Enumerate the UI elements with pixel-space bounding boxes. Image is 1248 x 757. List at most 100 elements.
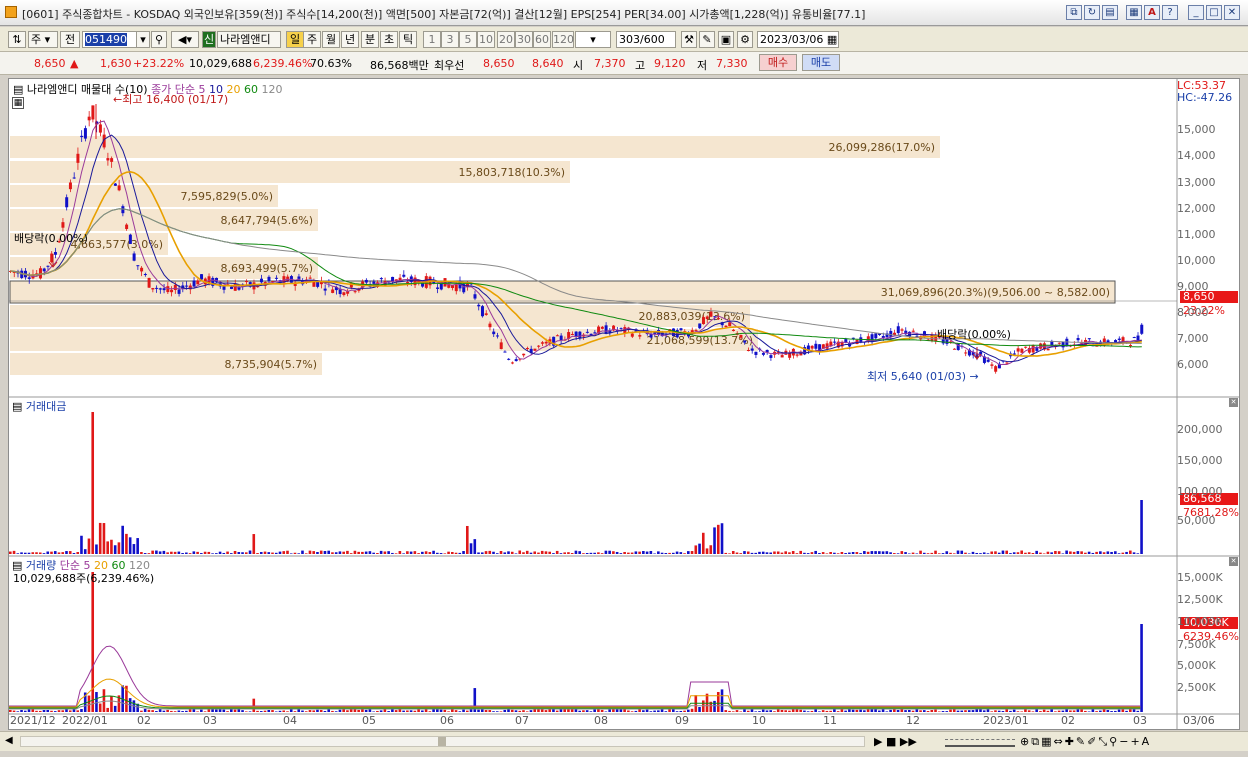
date-field[interactable]: 2023/03/06 ▦ [757,31,839,48]
volume-bar [960,710,964,712]
interval-20[interactable]: 20 [497,31,515,48]
zoom-slider[interactable] [945,739,1015,747]
pencil-icon[interactable]: ✎ [1076,735,1087,748]
zoom-out-icon[interactable]: − [1119,735,1130,748]
period-2[interactable]: 월 [322,31,340,48]
amount-bar [185,552,188,554]
calendar-icon[interactable]: ▦ [823,33,837,46]
link-icon[interactable]: ⧉ [1066,5,1082,20]
period-0[interactable]: 일 [286,31,304,48]
period-3[interactable]: 년 [341,31,359,48]
volume-bar [1125,710,1128,712]
amount-bar [68,551,72,554]
interval-30[interactable]: 30 [515,31,533,48]
prev-button[interactable]: 전 [60,31,80,48]
crosshair-icon[interactable]: ⊕ [1020,735,1031,748]
amount-close-icon[interactable]: ✕ [1229,398,1238,407]
maximize-icon[interactable]: □ [1206,5,1222,20]
candle-body [185,285,189,287]
scroll-track[interactable] [20,736,865,747]
period-6[interactable]: 틱 [399,31,417,48]
save-icon[interactable]: ▣ [718,31,734,48]
stock-name[interactable]: 나라엠앤디 [217,31,281,48]
volume-bar [690,708,694,712]
close-icon[interactable]: ✕ [1224,5,1240,20]
legend-menu-icon[interactable]: ▤ [13,83,23,96]
volume-bar [563,709,566,712]
buy-button[interactable]: 매수 [759,54,797,71]
amount-bar [256,553,259,554]
candle-body [132,253,136,261]
volume-bar [151,710,154,712]
type-select[interactable]: 주 ▾ [28,31,58,48]
interval-120[interactable]: 120 [552,31,574,48]
amount-bar [259,552,263,554]
interval-3[interactable]: 3 [441,31,459,48]
scroll-left-icon[interactable]: ◀ [5,735,17,747]
help-icon[interactable]: ? [1162,5,1178,20]
amount-bar [158,551,162,554]
layout-icon[interactable]: ▦ [1126,5,1142,20]
resize-icon[interactable]: ⤡ [1098,735,1109,748]
volume-profile-label: 15,803,718(10.3%) [458,166,565,179]
amount-y-tick: 50,000 [1177,514,1216,527]
draw-icon[interactable]: ✎ [699,31,715,48]
font-icon[interactable]: A [1144,5,1160,20]
amount-value: 86,568백만 [370,59,429,72]
table-icon[interactable]: ▦ [1041,735,1053,748]
volume-bar [855,709,859,712]
tools-icon[interactable]: ⚒ [681,31,697,48]
text-icon[interactable]: A [1142,735,1152,748]
amount-bar [784,551,787,554]
chart-area[interactable]: 26,099,286(17.0%) 15,803,718(10.3%) 7,595,… [8,78,1240,730]
period-5[interactable]: 초 [380,31,398,48]
brush-icon[interactable]: ✐ [1087,735,1098,748]
volume-close-icon[interactable]: ✕ [1229,557,1238,566]
volume-bar [376,710,379,712]
volume-bar [203,711,207,712]
interval-5[interactable]: 5 [459,31,477,48]
zoom-in-icon[interactable]: + [1130,735,1141,748]
volume-bar [1024,709,1027,712]
high-note: ←최고 16,400 (01/17) [113,93,229,106]
volume-bar [510,709,514,712]
minimize-icon[interactable]: _ [1188,5,1204,20]
zoom-icon[interactable]: ⚲ [1109,735,1119,748]
fast-forward-icon[interactable]: ▶▶ [900,735,917,748]
candle-body [110,158,114,162]
interval-1[interactable]: 1 [423,31,441,48]
period-4[interactable]: 분 [361,31,379,48]
play-icon[interactable]: ▶ [874,735,882,748]
amount-bar [758,551,761,554]
copy-icon[interactable]: ⧉ [1031,735,1041,748]
speaker-icon[interactable]: ◀▾ [171,31,199,48]
amount-bar [915,553,919,554]
code-dropdown-icon[interactable]: ▾ [136,31,150,48]
refresh-icon[interactable]: ↻ [1084,5,1100,20]
grid-icon[interactable]: ▦ [12,97,24,109]
pin-icon[interactable]: ⇅ [8,31,26,48]
stop-icon[interactable]: ■ [886,735,896,748]
volume-bar [1012,709,1016,712]
print-icon[interactable]: ▤ [1102,5,1118,20]
amount-bar [589,552,593,554]
interval-10[interactable]: 10 [477,31,495,48]
volume-bar [170,710,173,712]
volume-bar [814,709,817,712]
interval-60[interactable]: 60 [533,31,551,48]
period-1[interactable]: 주 [303,31,321,48]
settings-icon[interactable]: ⚙ [737,31,753,48]
sell-button[interactable]: 매도 [802,54,840,71]
cross-icon[interactable]: ✚ [1065,735,1076,748]
scroll-thumb[interactable] [438,737,446,746]
amount-bar [477,552,480,554]
count-field[interactable]: 303/600 [616,31,676,48]
search-icon[interactable]: ⚲ [151,31,167,48]
candle-body [900,329,904,331]
volume-ma20-line [9,678,1141,708]
arrows-icon[interactable]: ⇔ [1053,735,1064,748]
amount-bar [409,551,413,554]
amount-bar [997,552,1001,554]
amount-bar [889,552,892,554]
interval-input[interactable]: ▾ [575,31,611,48]
